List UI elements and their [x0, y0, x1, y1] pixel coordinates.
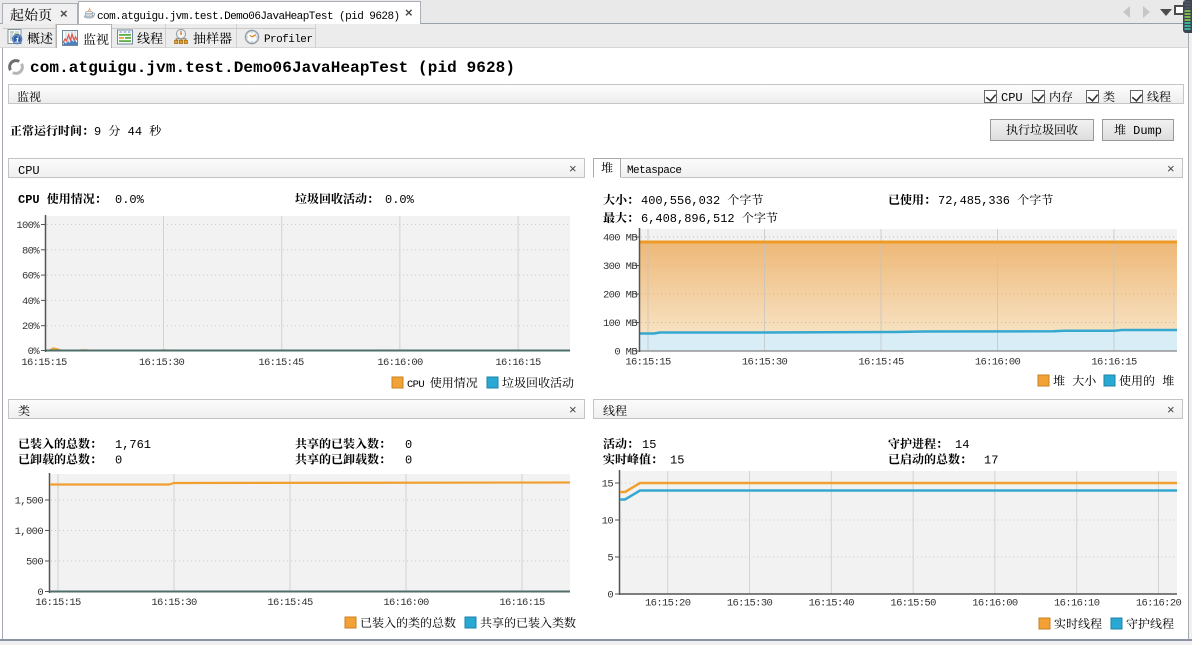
- svg-text:16:16:00: 16:16:00: [975, 354, 1021, 369]
- svg-text:共享的已装入数：: 共享的已装入数：: [295, 435, 391, 452]
- svg-text:16:15:15: 16:15:15: [21, 354, 67, 369]
- svg-text:15: 15: [642, 435, 656, 452]
- svg-text:实时峰值：: 实时峰值：: [603, 451, 663, 468]
- svg-text:垃圾回收活动：: 垃圾回收活动：: [295, 190, 379, 207]
- svg-text:5: 5: [607, 550, 613, 565]
- svg-text:堆 大小: 堆 大小: [1053, 372, 1096, 389]
- svg-text:16:16:15: 16:16:15: [499, 594, 545, 609]
- svg-text:40%: 40%: [22, 293, 40, 308]
- svg-text:17: 17: [984, 451, 998, 468]
- svg-text:0: 0: [607, 587, 613, 602]
- svg-text:已启动的总数：: 已启动的总数：: [888, 451, 972, 468]
- svg-text:80%: 80%: [22, 242, 40, 257]
- svg-text:i: i: [15, 33, 20, 45]
- svg-text:0.0%: 0.0%: [385, 190, 415, 207]
- svg-text:垃圾回收活动: 垃圾回收活动: [502, 374, 574, 391]
- svg-text:16:15:45: 16:15:45: [258, 354, 304, 369]
- svg-text:已装入的类的总数: 已装入的类的总数: [360, 614, 456, 631]
- svg-text:10: 10: [602, 513, 614, 528]
- svg-text:16:15:20: 16:15:20: [645, 595, 691, 610]
- svg-text:400 MB: 400 MB: [603, 230, 637, 245]
- svg-text:0.0%: 0.0%: [115, 190, 145, 207]
- svg-text:0: 0: [115, 451, 122, 468]
- svg-text:CPU 使用情况: CPU 使用情况: [407, 374, 478, 391]
- svg-text:16:15:15: 16:15:15: [35, 594, 81, 609]
- svg-text:共享的已卸载数：: 共享的已卸载数：: [295, 451, 391, 468]
- svg-text:16:16:15: 16:16:15: [1091, 354, 1137, 369]
- svg-text:0: 0: [405, 451, 412, 468]
- svg-text:500: 500: [26, 554, 43, 569]
- svg-text:16:15:30: 16:15:30: [727, 595, 773, 610]
- svg-text:200 MB: 200 MB: [603, 287, 637, 302]
- svg-text:300 MB: 300 MB: [603, 258, 637, 273]
- svg-text:72,485,336 个字节: 72,485,336 个字节: [938, 191, 1053, 208]
- svg-text:15: 15: [602, 476, 614, 491]
- svg-text:15: 15: [670, 451, 684, 468]
- svg-text:16:16:00: 16:16:00: [377, 354, 423, 369]
- svg-text:守护线程: 守护线程: [1126, 615, 1174, 632]
- svg-text:100 MB: 100 MB: [603, 315, 637, 330]
- svg-text:使用的 堆: 使用的 堆: [1119, 372, 1174, 389]
- svg-text:16:15:30: 16:15:30: [139, 354, 185, 369]
- svg-text:1,000: 1,000: [15, 523, 44, 538]
- svg-text:16:16:10: 16:16:10: [1054, 595, 1100, 610]
- svg-text:实时线程: 实时线程: [1054, 615, 1102, 632]
- svg-text:16:15:15: 16:15:15: [625, 354, 671, 369]
- svg-text:1,500: 1,500: [15, 493, 44, 508]
- svg-text:14: 14: [955, 435, 969, 452]
- svg-text:16:15:40: 16:15:40: [809, 595, 855, 610]
- svg-text:活动：: 活动：: [603, 435, 639, 452]
- svg-text:已卸载的总数：: 已卸载的总数：: [18, 451, 102, 468]
- svg-text:400,556,032 个字节: 400,556,032 个字节: [641, 191, 763, 208]
- svg-text:16:16:15: 16:16:15: [495, 354, 541, 369]
- svg-text:16:15:30: 16:15:30: [151, 594, 197, 609]
- svg-text:16:15:50: 16:15:50: [890, 595, 936, 610]
- svg-text:共享的已装入类数: 共享的已装入类数: [480, 614, 576, 631]
- svg-text:16:15:30: 16:15:30: [742, 354, 788, 369]
- svg-text:16:16:00: 16:16:00: [383, 594, 429, 609]
- svg-text:16:16:00: 16:16:00: [972, 595, 1018, 610]
- svg-text:0: 0: [405, 435, 412, 452]
- svg-text:已装入的总数：: 已装入的总数：: [18, 435, 102, 452]
- svg-text:守护进程：: 守护进程：: [888, 435, 948, 452]
- svg-text:已使用：: 已使用：: [888, 191, 936, 208]
- svg-text:1,761: 1,761: [115, 435, 151, 452]
- svg-text:最大：: 最大：: [603, 209, 639, 226]
- svg-text:CPU 使用情况：: CPU 使用情况：: [18, 190, 107, 207]
- svg-text:6,408,896,512 个字节: 6,408,896,512 个字节: [641, 209, 778, 226]
- svg-text:100%: 100%: [16, 217, 40, 232]
- svg-text:20%: 20%: [22, 318, 40, 333]
- svg-text:16:15:45: 16:15:45: [858, 354, 904, 369]
- svg-text:16:16:20: 16:16:20: [1136, 595, 1182, 610]
- svg-text:大小：: 大小：: [603, 191, 639, 208]
- svg-text:16:15:45: 16:15:45: [267, 594, 313, 609]
- svg-text:60%: 60%: [22, 268, 40, 283]
